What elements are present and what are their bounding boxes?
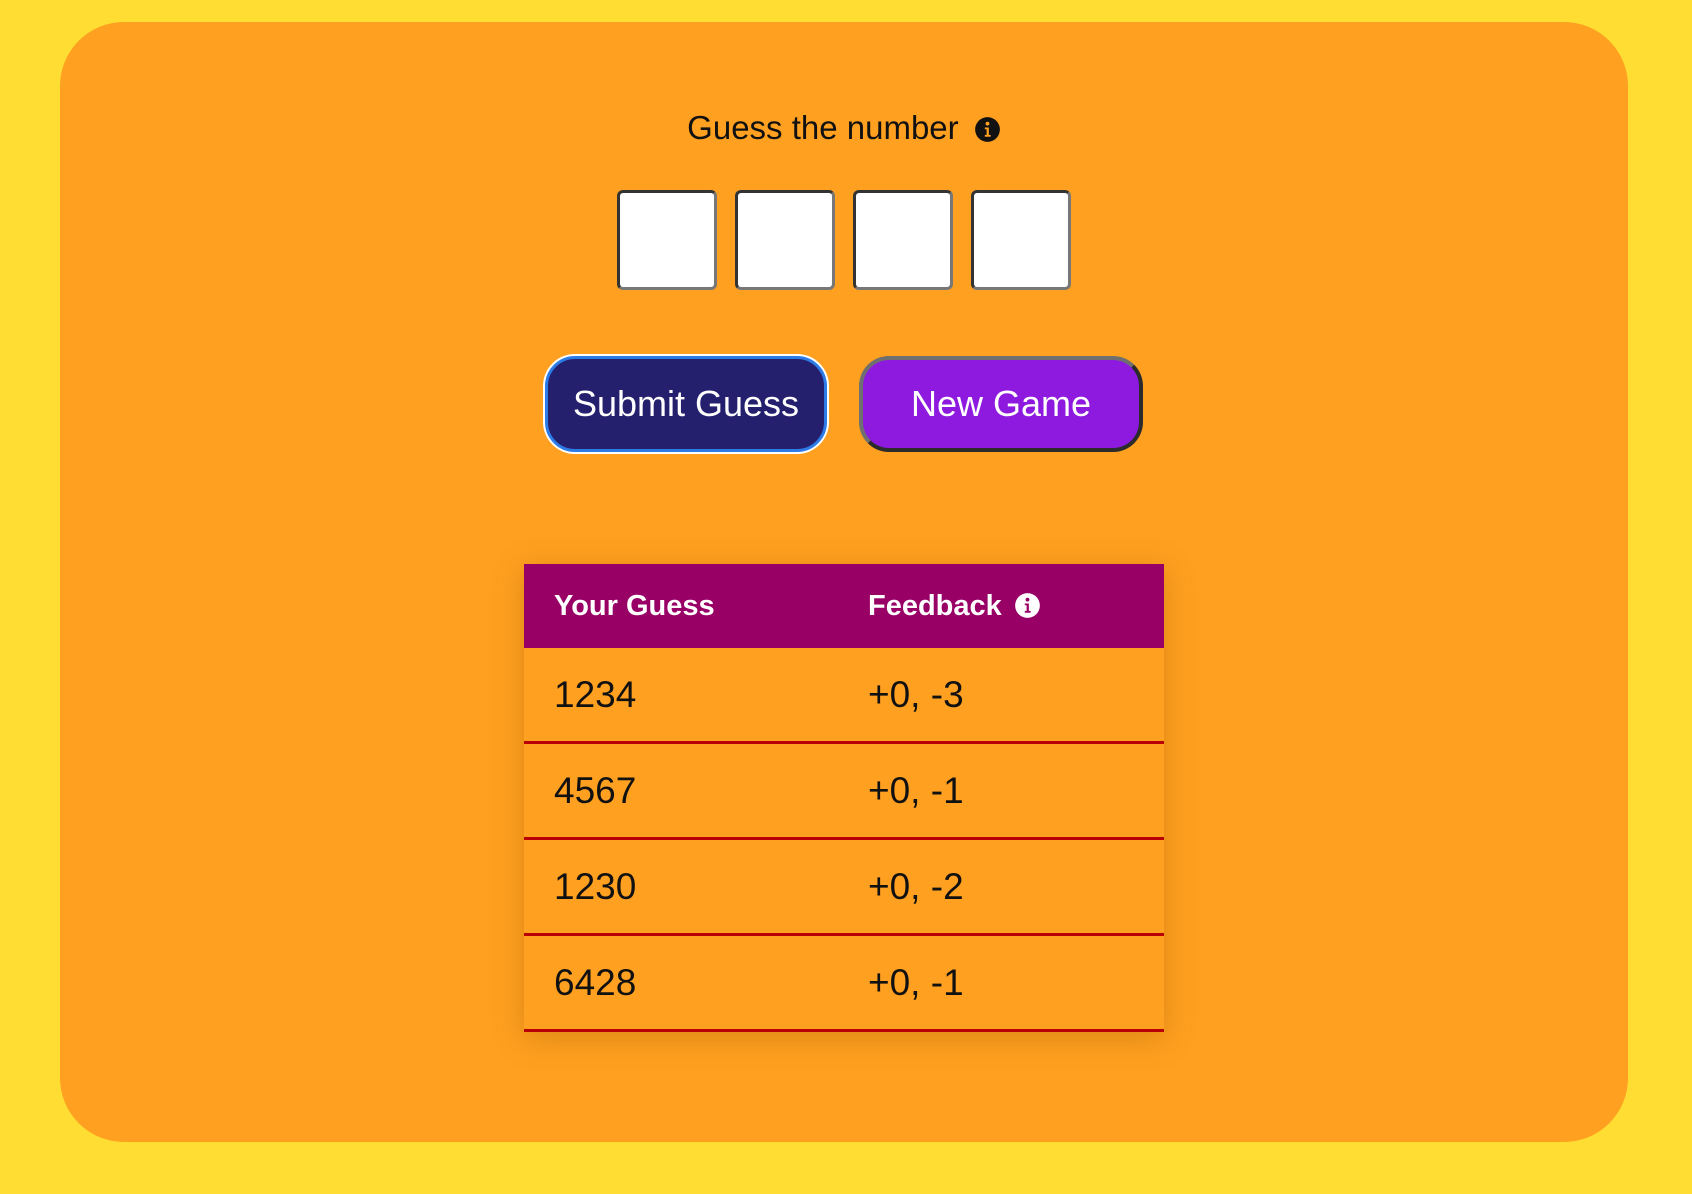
guess-cell: 1230 <box>524 838 838 936</box>
digit-inputs <box>60 190 1628 290</box>
page-title: Guess the number <box>687 109 959 146</box>
new-game-button[interactable]: New Game <box>859 356 1143 452</box>
column-header-feedback-label: Feedback <box>868 589 1002 622</box>
digit-input-1[interactable] <box>617 190 717 290</box>
digit-input-4[interactable] <box>971 190 1071 290</box>
column-header-your-guess: Your Guess <box>524 564 838 648</box>
info-icon[interactable] <box>1014 592 1041 619</box>
table-row: 4567 +0, -1 <box>524 742 1164 840</box>
column-header-your-guess-label: Your Guess <box>554 589 715 622</box>
info-icon[interactable] <box>974 108 1001 142</box>
table-row: 6428 +0, -1 <box>524 934 1164 1032</box>
title-row: Guess the number <box>60 104 1628 152</box>
table-row: 1234 +0, -3 <box>524 648 1164 744</box>
action-buttons: Submit Guess New Game <box>60 356 1628 452</box>
digit-input-3[interactable] <box>853 190 953 290</box>
game-card: Guess the number Submit Guess New Game Y… <box>60 22 1628 1142</box>
guess-cell: 6428 <box>524 934 838 1032</box>
guess-cell: 1234 <box>524 648 838 744</box>
guess-history-table: Your Guess Feedback 1234 +0, -3 4567 +0,… <box>524 564 1164 1032</box>
guess-cell: 4567 <box>524 742 838 840</box>
feedback-cell: +0, -2 <box>838 838 1164 936</box>
feedback-cell: +0, -1 <box>838 742 1164 840</box>
table-row: 1230 +0, -2 <box>524 838 1164 936</box>
submit-guess-button[interactable]: Submit Guess <box>545 356 827 452</box>
table-header-row: Your Guess Feedback <box>524 564 1164 648</box>
guess-history-table-wrapper: Your Guess Feedback 1234 +0, -3 4567 +0,… <box>524 564 1164 1032</box>
column-header-feedback: Feedback <box>838 564 1164 648</box>
feedback-cell: +0, -1 <box>838 934 1164 1032</box>
feedback-cell: +0, -3 <box>838 648 1164 744</box>
digit-input-2[interactable] <box>735 190 835 290</box>
